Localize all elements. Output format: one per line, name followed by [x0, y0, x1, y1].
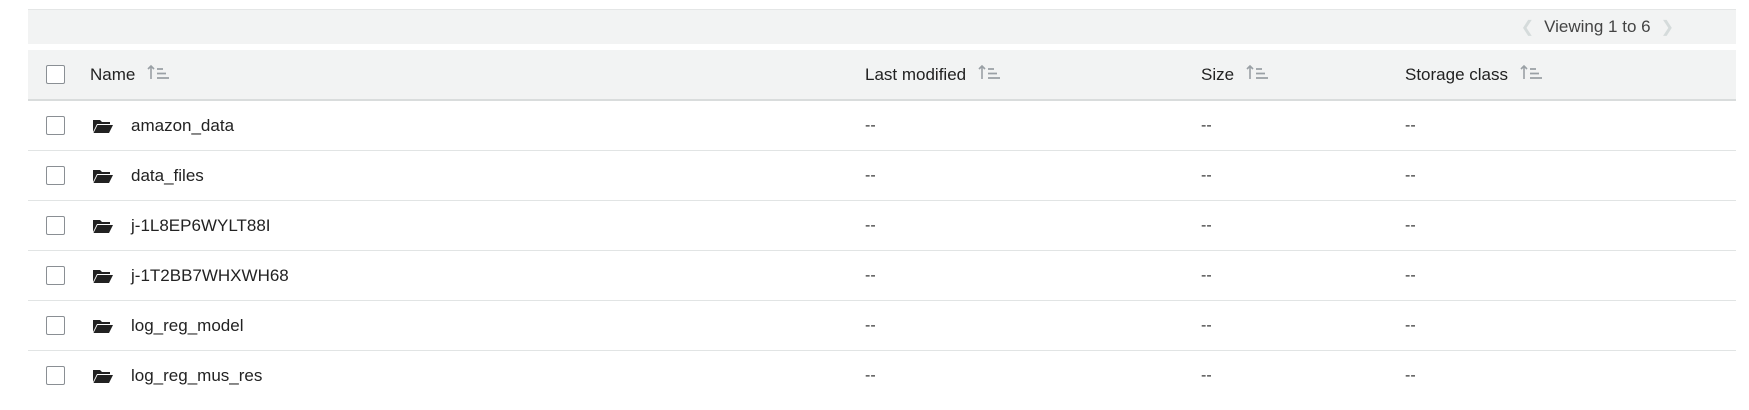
table-row[interactable]: j-1T2BB7WHXWH68 -- -- -- — [28, 251, 1736, 301]
pagination-bar: ❮ Viewing 1 to 6 ❯ — [28, 9, 1736, 44]
table-header: Name Last modified Size Storage class — [28, 50, 1736, 101]
cell-name: log_reg_mus_res — [90, 351, 262, 400]
cell-storage-class: -- — [1405, 216, 1416, 234]
object-name-link[interactable]: log_reg_mus_res — [131, 366, 262, 386]
object-name-link[interactable]: j-1T2BB7WHXWH68 — [131, 266, 289, 286]
cell-last-modified: -- — [865, 266, 876, 284]
chevron-left-icon[interactable]: ❮ — [1521, 17, 1534, 37]
object-name-link[interactable]: amazon_data — [131, 116, 234, 136]
row-checkbox[interactable] — [46, 366, 65, 385]
column-header-last-modified[interactable]: Last modified — [865, 50, 1002, 99]
row-checkbox[interactable] — [46, 166, 65, 185]
pagination: ❮ Viewing 1 to 6 ❯ — [1511, 10, 1684, 44]
cell-last-modified: -- — [865, 166, 876, 184]
table-row[interactable]: log_reg_mus_res -- -- -- — [28, 351, 1736, 400]
cell-last-modified: -- — [865, 216, 876, 234]
object-name-link[interactable]: j-1L8EP6WYLT88I — [131, 216, 271, 236]
table-row[interactable]: log_reg_model -- -- -- — [28, 301, 1736, 351]
cell-last-modified: -- — [865, 366, 876, 384]
cell-size: -- — [1201, 366, 1212, 384]
cell-size: -- — [1201, 116, 1212, 134]
cell-size: -- — [1201, 266, 1212, 284]
cell-storage-class: -- — [1405, 116, 1416, 134]
cell-storage-class: -- — [1405, 366, 1416, 384]
sort-ascending-icon[interactable] — [147, 63, 171, 86]
column-header-label: Last modified — [865, 64, 967, 84]
cell-last-modified: -- — [865, 116, 876, 134]
folder-open-icon — [92, 368, 114, 384]
cell-name: j-1L8EP6WYLT88I — [90, 201, 271, 250]
object-name-link[interactable]: data_files — [131, 166, 204, 186]
table-row[interactable]: j-1L8EP6WYLT88I -- -- -- — [28, 201, 1736, 251]
row-checkbox[interactable] — [46, 216, 65, 235]
row-checkbox[interactable] — [46, 316, 65, 335]
column-header-storage-class[interactable]: Storage class — [1405, 50, 1544, 99]
folder-open-icon — [92, 318, 114, 334]
cell-size: -- — [1201, 166, 1212, 184]
cell-name: j-1T2BB7WHXWH68 — [90, 251, 289, 300]
select-all-checkbox[interactable] — [46, 65, 65, 84]
column-header-label: Name — [90, 64, 136, 84]
sort-ascending-icon[interactable] — [1520, 63, 1544, 86]
table-body: amazon_data -- -- -- data_files -- -- -- — [28, 101, 1736, 400]
folder-open-icon — [92, 168, 114, 184]
pagination-label: Viewing 1 to 6 — [1544, 17, 1651, 36]
cell-last-modified: -- — [865, 316, 876, 334]
table-row[interactable]: amazon_data -- -- -- — [28, 101, 1736, 151]
table-row[interactable]: data_files -- -- -- — [28, 151, 1736, 201]
folder-open-icon — [92, 268, 114, 284]
object-name-link[interactable]: log_reg_model — [131, 316, 243, 336]
column-header-label: Size — [1201, 64, 1235, 84]
objects-table: Name Last modified Size Storage class am… — [28, 50, 1736, 400]
cell-storage-class: -- — [1405, 316, 1416, 334]
row-checkbox[interactable] — [46, 116, 65, 135]
cell-name: data_files — [90, 151, 204, 200]
chevron-right-icon[interactable]: ❯ — [1661, 17, 1674, 37]
row-checkbox[interactable] — [46, 266, 65, 285]
column-header-size[interactable]: Size — [1201, 50, 1270, 99]
cell-storage-class: -- — [1405, 166, 1416, 184]
cell-size: -- — [1201, 216, 1212, 234]
column-header-name[interactable]: Name — [90, 50, 171, 99]
sort-ascending-icon[interactable] — [1246, 63, 1270, 86]
s3-object-list: ❮ Viewing 1 to 6 ❯ Name Last modified Si… — [28, 9, 1736, 400]
cell-name: log_reg_model — [90, 301, 243, 350]
cell-size: -- — [1201, 316, 1212, 334]
sort-ascending-icon[interactable] — [978, 63, 1002, 86]
folder-open-icon — [92, 118, 114, 134]
column-header-label: Storage class — [1405, 64, 1508, 84]
folder-open-icon — [92, 218, 114, 234]
cell-storage-class: -- — [1405, 266, 1416, 284]
cell-name: amazon_data — [90, 101, 234, 150]
